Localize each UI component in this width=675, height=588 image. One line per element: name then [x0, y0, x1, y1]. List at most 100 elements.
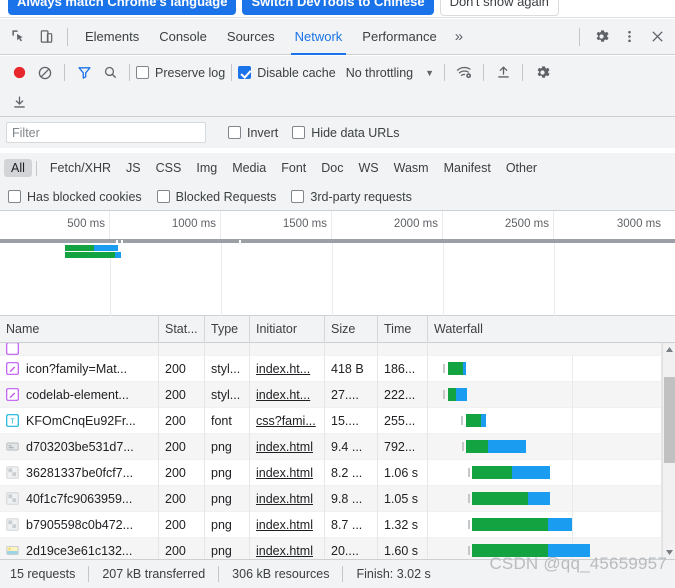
third-party-requests-box[interactable]	[291, 190, 305, 203]
cell-size: 9.8 ...	[325, 485, 378, 512]
record-button[interactable]	[6, 60, 32, 86]
device-toolbar-icon[interactable]	[32, 23, 60, 51]
column-header-time[interactable]: Time	[378, 316, 428, 343]
table-row[interactable]: b7905598c0b472... 200 png index.html 8.7…	[0, 511, 675, 538]
cell-initiator[interactable]: index.html	[250, 511, 325, 538]
requests-table: Name Stat... Type Initiator Size Time Wa…	[0, 316, 675, 559]
type-filter-doc[interactable]: Doc	[314, 159, 350, 177]
network-conditions-icon[interactable]	[451, 60, 477, 86]
table-row[interactable]: 2d19ce3e61c132... 200 png index.html 20.…	[0, 537, 675, 559]
tab-performance-label: Performance	[362, 29, 437, 44]
invert-box[interactable]	[228, 126, 241, 139]
banner-always-match-button[interactable]: Always match Chrome's language	[8, 0, 237, 15]
hide-data-urls-checkbox[interactable]: Hide data URLs	[292, 126, 400, 140]
column-header-type[interactable]: Type	[205, 316, 250, 343]
tab-performance[interactable]: Performance	[352, 19, 446, 55]
table-row[interactable]: codelab-element... 200 styl... index.ht.…	[0, 381, 675, 408]
banner-dont-show-again-button[interactable]: Don't show again	[439, 0, 559, 16]
banner-switch-chinese-button[interactable]: Switch DevTools to Chinese	[242, 0, 434, 15]
overview-window-handle-mid[interactable]	[239, 240, 241, 246]
table-scrollbar[interactable]	[662, 343, 675, 559]
cell-type: png	[205, 459, 250, 486]
tab-network-label: Network	[294, 29, 343, 44]
scrollbar-down-arrow[interactable]	[663, 546, 675, 559]
table-row[interactable]: icon?family=Mat... 200 styl... index.ht.…	[0, 355, 675, 382]
tab-network[interactable]: Network	[285, 19, 353, 55]
overview-bar-blue-1	[94, 245, 118, 251]
type-filter-all[interactable]: All	[4, 159, 32, 177]
table-row[interactable]: 36281337be0fcf7... 200 png index.html 8.…	[0, 459, 675, 486]
scrollbar-thumb[interactable]	[664, 377, 675, 463]
clear-button[interactable]	[32, 60, 58, 86]
tab-elements[interactable]: Elements	[75, 19, 149, 55]
cell-waterfall	[428, 407, 662, 434]
more-tabs-icon[interactable]: »	[447, 28, 471, 45]
column-header-status[interactable]: Stat...	[159, 316, 205, 343]
table-row[interactable]: d703203be531d7... 200 png index.html 9.4…	[0, 433, 675, 460]
search-icon[interactable]	[97, 60, 123, 86]
type-filter-fetch-xhr[interactable]: Fetch/XHR	[43, 159, 118, 177]
cell-initiator[interactable]: index.html	[250, 537, 325, 559]
request-name: KFOmCnqEu92Fr...	[26, 413, 136, 428]
hide-data-urls-box[interactable]	[292, 126, 306, 139]
cell-size: 20....	[325, 537, 378, 559]
column-header-name[interactable]: Name	[0, 316, 159, 343]
cell-status: 200	[159, 433, 205, 460]
disable-cache-box[interactable]	[238, 66, 252, 79]
table-row[interactable]: 40f1c7fc9063959... 200 png index.html 9.…	[0, 485, 675, 512]
cell-initiator[interactable]: index.html	[250, 459, 325, 486]
invert-checkbox[interactable]: Invert	[228, 126, 278, 140]
blocked-requests-box[interactable]	[156, 190, 170, 203]
has-blocked-cookies-box[interactable]	[8, 190, 21, 203]
overview-tick-500: 500 ms	[0, 211, 110, 239]
overview-window-handle-right[interactable]	[121, 240, 123, 246]
type-filter-js[interactable]: JS	[119, 159, 148, 177]
disable-cache-checkbox[interactable]: Disable cache	[238, 66, 336, 80]
type-filter-ws[interactable]: WS	[351, 159, 385, 177]
overview-ruler: 500 ms 1000 ms 1500 ms 2000 ms 2500 ms 3…	[0, 211, 675, 239]
export-har-icon[interactable]	[6, 90, 32, 116]
chevron-down-icon[interactable]: ▼	[425, 68, 434, 78]
type-filter-font[interactable]: Font	[274, 159, 313, 177]
preserve-log-box[interactable]	[136, 66, 149, 79]
network-settings-gear-icon[interactable]	[529, 60, 555, 86]
scrollbar-up-arrow[interactable]	[663, 343, 675, 356]
throttling-select[interactable]: No throttling	[346, 66, 413, 80]
filter-funnel-icon[interactable]	[71, 60, 97, 86]
cell-type: png	[205, 485, 250, 512]
tab-console[interactable]: Console	[149, 19, 217, 55]
third-party-requests-checkbox[interactable]: 3rd-party requests	[291, 189, 412, 204]
type-filter-css[interactable]: CSS	[149, 159, 189, 177]
inspect-element-icon[interactable]	[4, 23, 32, 51]
table-row[interactable]	[0, 343, 675, 356]
type-filter-media[interactable]: Media	[225, 159, 273, 177]
cell-initiator[interactable]: index.ht...	[250, 355, 325, 382]
network-overview[interactable]: 500 ms 1000 ms 1500 ms 2000 ms 2500 ms 3…	[0, 211, 675, 316]
cell-initiator[interactable]: index.html	[250, 433, 325, 460]
request-name: b7905598c0b472...	[26, 517, 134, 532]
type-filter-other[interactable]: Other	[499, 159, 544, 177]
column-header-initiator[interactable]: Initiator	[250, 316, 325, 343]
has-blocked-cookies-checkbox[interactable]: Has blocked cookies	[8, 190, 142, 204]
table-body[interactable]: icon?family=Mat... 200 styl... index.ht.…	[0, 343, 675, 559]
type-filter-wasm[interactable]: Wasm	[387, 159, 436, 177]
cell-initiator[interactable]: index.html	[250, 485, 325, 512]
column-header-size[interactable]: Size	[325, 316, 378, 343]
table-row[interactable]: T KFOmCnqEu92Fr... 200 font css?fami... …	[0, 407, 675, 434]
import-har-icon[interactable]	[490, 60, 516, 86]
third-party-requests-label: 3rd-party requests	[310, 189, 412, 204]
filter-input[interactable]	[6, 122, 206, 143]
preserve-log-checkbox[interactable]: Preserve log	[136, 66, 225, 80]
settings-gear-icon[interactable]	[587, 23, 615, 51]
close-devtools-icon[interactable]	[643, 23, 671, 51]
more-options-icon[interactable]	[615, 23, 643, 51]
tab-sources[interactable]: Sources	[217, 19, 285, 55]
column-header-waterfall[interactable]: Waterfall	[428, 316, 675, 343]
type-filter-img[interactable]: Img	[189, 159, 224, 177]
cell-type: png	[205, 511, 250, 538]
cell-initiator[interactable]: index.ht...	[250, 381, 325, 408]
overview-window-track[interactable]	[0, 239, 675, 243]
blocked-requests-checkbox[interactable]: Blocked Requests	[156, 190, 276, 204]
cell-initiator[interactable]: css?fami...	[250, 407, 325, 434]
type-filter-manifest[interactable]: Manifest	[437, 159, 498, 177]
